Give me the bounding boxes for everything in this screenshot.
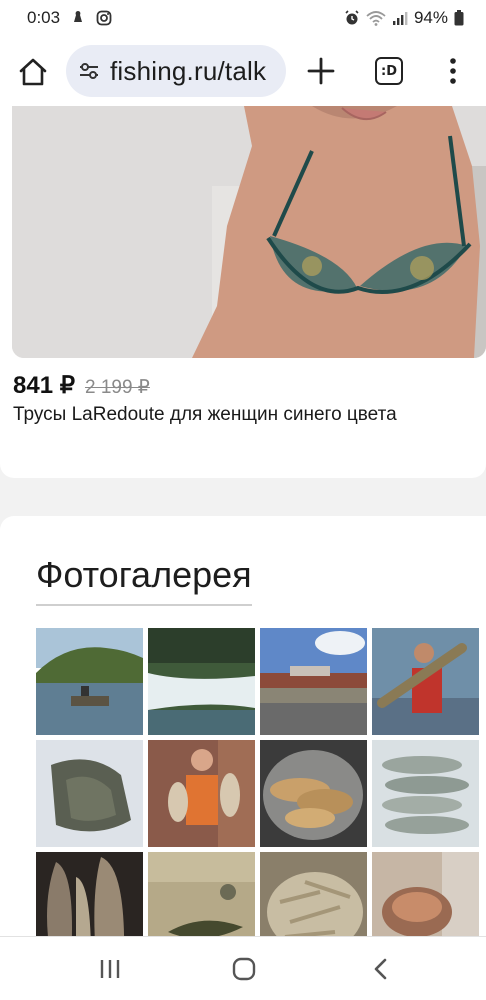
gallery-title[interactable]: Фотогалерея: [36, 554, 252, 606]
product-old-price: 2 199 ₽: [84, 377, 150, 398]
price-row: 841 ₽ 2 199 ₽: [13, 371, 150, 400]
signal-icon: [392, 12, 408, 25]
browser-toolbar: fishing.ru/talk :D: [0, 36, 486, 106]
gallery-section: Фотогалерея: [0, 516, 486, 936]
wifi-icon: [366, 11, 386, 26]
gallery-photo[interactable]: [372, 628, 479, 735]
gallery-photo[interactable]: [36, 852, 143, 936]
alarm-icon: [345, 10, 359, 25]
product-card[interactable]: 841 ₽ 2 199 ₽ Трусы LaRedoute для женщин…: [0, 106, 486, 478]
recent-apps-icon[interactable]: [96, 955, 124, 983]
new-tab-icon[interactable]: [306, 56, 336, 86]
gallery-photo[interactable]: [148, 852, 255, 936]
battery-percent: 94%: [413, 8, 448, 27]
status-time: 0:03: [27, 8, 61, 27]
gallery-photo[interactable]: [372, 740, 479, 847]
gallery-photo[interactable]: [36, 740, 143, 847]
gallery-photo[interactable]: [148, 628, 255, 735]
product-image[interactable]: [12, 106, 486, 358]
home-nav-icon[interactable]: [230, 955, 258, 983]
gallery-photo[interactable]: [36, 628, 143, 735]
gallery-photo[interactable]: [148, 740, 255, 847]
back-icon[interactable]: [367, 955, 395, 983]
site-settings-icon[interactable]: [78, 60, 100, 82]
status-bar: 0:03 94%: [0, 0, 486, 36]
tabs-badge: :D: [381, 63, 397, 79]
address-bar[interactable]: fishing.ru/talk: [66, 45, 286, 97]
page-content[interactable]: 841 ₽ 2 199 ₽ Трусы LaRedoute для женщин…: [0, 106, 486, 936]
more-menu-icon[interactable]: [446, 56, 460, 86]
battery-icon: [454, 10, 464, 26]
gallery-grid: [36, 628, 479, 936]
instagram-icon: [96, 10, 112, 26]
tabs-button[interactable]: :D: [375, 57, 403, 85]
gallery-photo[interactable]: [260, 740, 367, 847]
home-icon[interactable]: [17, 56, 49, 88]
notification-icon: [74, 11, 83, 22]
product-title[interactable]: Трусы LaRedoute для женщин синего цвета: [13, 404, 397, 426]
product-photo: [12, 106, 486, 358]
url-text: fishing.ru/talk: [110, 55, 267, 86]
gallery-photo[interactable]: [260, 852, 367, 936]
gallery-photo[interactable]: [372, 852, 479, 936]
gallery-photo[interactable]: [260, 628, 367, 735]
product-price: 841 ₽: [13, 372, 75, 399]
system-nav-bar: [0, 936, 486, 1000]
